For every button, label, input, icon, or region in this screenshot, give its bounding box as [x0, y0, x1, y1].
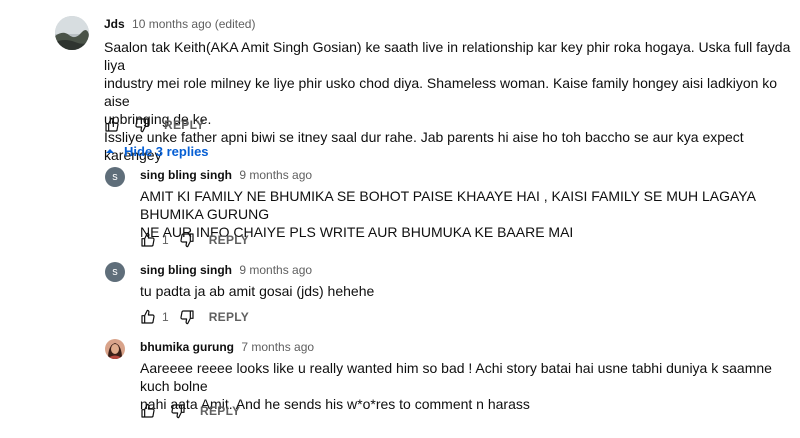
timestamp[interactable]: 10 months ago (edited) [132, 17, 255, 31]
avatar-letter: s [112, 170, 118, 183]
thumb-up-icon[interactable] [136, 228, 160, 252]
author-name[interactable]: sing bling singh [140, 263, 232, 277]
thumb-up-icon[interactable] [100, 113, 124, 137]
timestamp[interactable]: 9 months ago [239, 168, 312, 182]
comment-header: bhumika gurung 7 months ago [140, 340, 314, 354]
comment-line: AMIT KI FAMILY NE BHUMIKA SE BOHOT PAISE… [140, 188, 756, 222]
comment-actions: REPLY [136, 399, 240, 423]
author-name[interactable]: sing bling singh [140, 168, 232, 182]
comment-line: industry mei role milney ke liye phir us… [104, 75, 778, 109]
comment-header: sing bling singh 9 months ago [140, 263, 312, 277]
author-name[interactable]: bhumika gurung [140, 340, 234, 354]
thumb-up-icon[interactable] [136, 399, 160, 423]
comment-header: sing bling singh 9 months ago [140, 168, 312, 182]
comment-line: Saalon tak Keith(AKA Amit Singh Gosian) … [104, 39, 791, 73]
timestamp[interactable]: 9 months ago [239, 263, 312, 277]
reply-button[interactable]: REPLY [200, 404, 240, 418]
comment-actions: 1 REPLY [136, 228, 249, 252]
avatar[interactable] [55, 16, 89, 50]
comment-header: Jds 10 months ago (edited) [104, 17, 255, 31]
comment-line: upbringing de ke. [104, 111, 212, 127]
avatar[interactable] [105, 339, 125, 359]
comment-actions: REPLY [100, 113, 204, 137]
hide-replies-button[interactable]: Hide 3 replies [104, 141, 209, 161]
avatar[interactable]: s [105, 262, 125, 282]
author-name[interactable]: Jds [104, 17, 125, 31]
reply-button[interactable]: REPLY [209, 310, 249, 324]
comment-line: Aareeee reeee looks like u really wanted… [140, 360, 772, 394]
like-count: 1 [162, 310, 169, 324]
thumb-down-icon[interactable] [130, 113, 154, 137]
comment-actions: 1 REPLY [136, 305, 249, 329]
like-count: 1 [162, 233, 169, 247]
thumb-down-icon[interactable] [175, 228, 199, 252]
comment-line: tu padta ja ab amit gosai (jds) hehehe [140, 283, 375, 299]
timestamp[interactable]: 7 months ago [241, 340, 314, 354]
reply-button[interactable]: REPLY [164, 118, 204, 132]
avatar-letter: s [112, 265, 118, 278]
thumb-down-icon[interactable] [175, 305, 199, 329]
thumb-down-icon[interactable] [166, 399, 190, 423]
avatar[interactable]: s [105, 167, 125, 187]
hide-replies-label: Hide 3 replies [124, 143, 209, 159]
chevron-up-icon [106, 149, 114, 153]
comment-text: tu padta ja ab amit gosai (jds) hehehe [140, 282, 795, 300]
thumb-up-icon[interactable] [136, 305, 160, 329]
reply-button[interactable]: REPLY [209, 233, 249, 247]
